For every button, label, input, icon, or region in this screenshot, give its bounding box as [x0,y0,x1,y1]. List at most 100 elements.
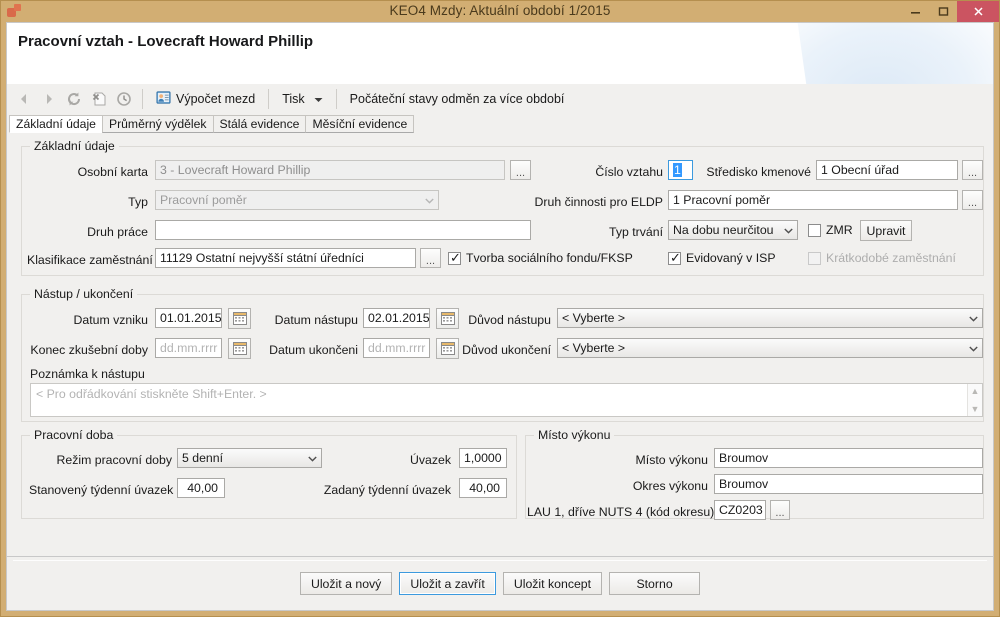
social-fund-checkbox-box: ✓ [448,249,461,265]
center-browse-button[interactable]: ... [962,160,983,180]
zmr-checkbox[interactable]: ZMR [808,223,853,237]
isp-checkbox[interactable]: ✓ Evidovaný v ISP [668,251,776,265]
toolbar-separator [335,89,337,109]
origin-date-field[interactable]: 01.01.2015 [155,308,222,328]
edit-button[interactable]: Upravit [860,220,912,241]
social-fund-label: Tvorba sociálního fondu/FKSP [466,251,633,265]
type-label: Typ [128,195,148,209]
place-field[interactable]: Broumov [714,448,983,468]
classification-field[interactable]: 11129 Ostatní nejvyšší státní úředníci [155,248,416,268]
chevron-down-icon [969,341,978,355]
payroll-person-icon [156,90,171,108]
note-textarea[interactable]: < Pro odřádkování stiskněte Shift+Enter.… [30,383,983,417]
tab-zakladni-udaje[interactable]: Základní údaje [9,115,103,133]
classification-label: Klasifikace zaměstnání [27,253,153,267]
work-kind-field[interactable] [155,220,531,240]
chevron-down-icon[interactable] [314,92,323,106]
cancel-button[interactable]: Storno [609,572,701,595]
print-button[interactable]: Tisk [275,87,329,111]
refresh-icon[interactable] [61,87,86,111]
forward-arrow-icon[interactable] [36,87,61,111]
eldp-browse-button[interactable]: ... [962,190,983,210]
end-date-field[interactable]: dd.mm.rrrr [363,338,430,358]
tab-stala-evidence[interactable]: Stálá evidence [212,115,307,133]
note-label: Poznámka k nástupu [30,367,145,381]
toolbar: Výpočet mezd Tisk Počáteční stavy odměn … [6,84,994,114]
scroll-up-icon[interactable]: ▲ [971,386,980,396]
scroll-down-icon[interactable]: ▼ [971,404,980,414]
maximize-icon[interactable] [929,1,957,22]
chevron-down-icon [425,193,434,207]
entry-date-calendar-icon[interactable] [436,308,459,329]
work-kind-label: Druh práce [87,225,148,239]
entry-date-field[interactable]: 02.01.2015 [363,308,430,328]
probation-end-calendar-icon[interactable] [228,338,251,359]
short-term-checkbox[interactable]: Krátkodobé zaměstnání [808,251,956,265]
probation-end-field[interactable]: dd.mm.rrrr [155,338,222,358]
probation-end-label: Konec zkušební doby [30,343,148,357]
entry-reason-label: Důvod nástupu [468,313,551,327]
end-reason-select[interactable]: < Vyberte > [557,338,983,358]
delete-record-icon[interactable] [86,87,111,111]
group-worktime-title: Pracovní doba [30,428,118,442]
regime-value: 5 denní [182,451,224,465]
entry-reason-value: < Vyberte > [562,311,626,325]
entry-reason-select[interactable]: < Vyberte > [557,308,983,328]
payroll-calc-label: Výpočet mezd [176,92,256,106]
origin-date-label: Datum vzniku [73,313,149,327]
relation-number-field[interactable]: 1 [668,160,693,180]
window-title: KEO4 Mzdy: Aktuální období 1/2015 [389,3,611,18]
weekly-entered-label: Zadaný týdenní úvazek [323,483,451,497]
toolbar-separator [142,89,143,109]
regime-select[interactable]: 5 denní [177,448,322,468]
zmr-checkbox-box [808,223,821,237]
lau-label: LAU 1, dříve NUTS 4 (kód okresu) [527,505,715,519]
lau-browse-button[interactable]: ... [770,500,790,520]
tab-bar: Základní údaje Průměrný výdělek Stálá ev… [6,114,994,133]
back-arrow-icon[interactable] [11,87,36,111]
social-fund-checkbox[interactable]: ✓ Tvorba sociálního fondu/FKSP [448,251,633,265]
relation-number-label: Číslo vztahu [595,165,663,179]
note-scrollbar[interactable]: ▲ ▼ [967,384,982,416]
group-basic-data-title: Základní údaje [30,139,119,153]
lau-field[interactable]: CZ0203 [714,500,766,520]
footer-divider [13,560,987,561]
district-field[interactable]: Broumov [714,474,983,494]
district-label: Okres výkonu [632,479,708,493]
tab-mesicni-evidence[interactable]: Měsíční evidence [305,115,415,133]
end-date-label: Datum ukončeni [269,343,358,357]
center-field[interactable]: 1 Obecní úřad [816,160,958,180]
dialog-footer: Uložit a nový Uložit a zavřít Uložit kon… [6,557,994,611]
type-select[interactable]: Pracovní poměr [155,190,439,210]
initial-states-button[interactable]: Počáteční stavy odměn za více období [343,87,572,111]
title-bar: KEO4 Mzdy: Aktuální období 1/2015 [1,1,999,22]
personal-card-field[interactable]: 3 - Lovecraft Howard Phillip [155,160,505,180]
fte-field[interactable]: 1,0000 [459,448,507,468]
tab-prumerny-vydelek[interactable]: Průměrný výdělek [101,115,214,133]
place-label: Místo výkonu [635,453,708,467]
payroll-calc-button[interactable]: Výpočet mezd [149,87,262,111]
application-window: KEO4 Mzdy: Aktuální období 1/2015 Pracov… [0,0,1000,617]
duration-select[interactable]: Na dobu neurčitou [668,220,798,240]
initial-states-label: Počáteční stavy odměn za více období [349,92,565,106]
minimize-icon[interactable] [901,1,929,22]
chevron-down-icon [969,311,978,325]
end-date-calendar-icon[interactable] [436,338,459,359]
save-and-close-button[interactable]: Uložit a zavřít [399,572,496,595]
weekly-set-label: Stanovený týdenní úvazek [29,483,174,497]
close-icon[interactable] [957,1,999,22]
classification-browse-button[interactable]: ... [420,248,441,268]
chevron-down-icon [308,451,317,465]
history-clock-icon[interactable] [111,87,136,111]
window-controls [901,1,999,22]
eldp-field[interactable]: 1 Pracovní poměr [668,190,958,210]
zmr-label: ZMR [826,223,853,237]
relation-number-value: 1 [673,163,682,177]
weekly-set-field[interactable]: 40,00 [177,478,225,498]
toolbar-separator [268,89,270,109]
save-draft-button[interactable]: Uložit koncept [502,572,603,595]
save-and-new-button[interactable]: Uložit a nový [299,572,393,595]
type-value: Pracovní poměr [160,193,247,207]
origin-date-calendar-icon[interactable] [228,308,251,329]
weekly-entered-field[interactable]: 40,00 [459,478,507,498]
